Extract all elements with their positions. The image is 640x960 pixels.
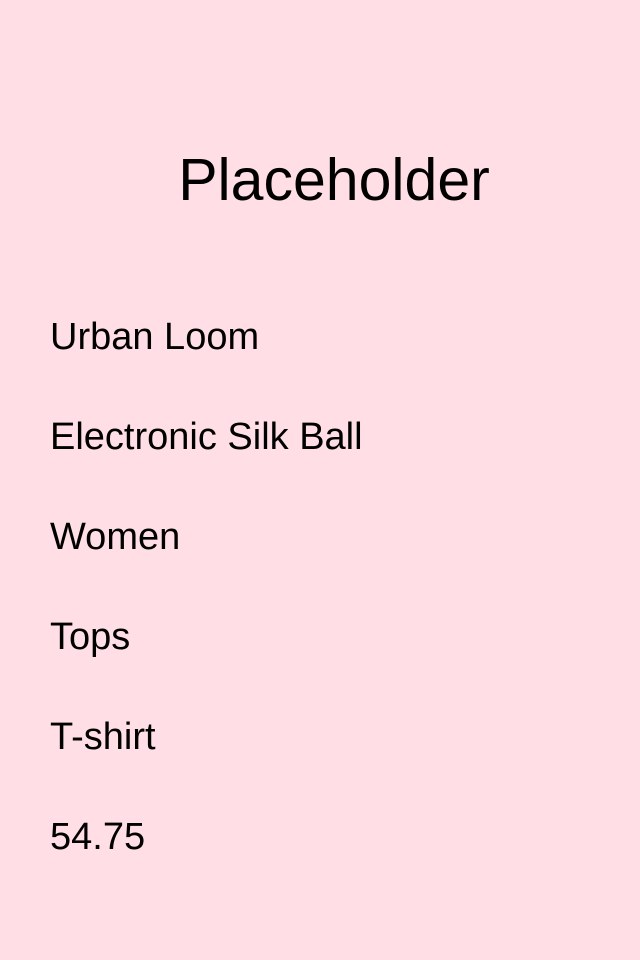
page-title: Placeholder xyxy=(178,147,490,213)
product-category: Tops xyxy=(50,616,131,658)
product-name: Electronic Silk Ball xyxy=(50,416,363,458)
product-gender: Women xyxy=(50,516,181,558)
product-price: 54.75 xyxy=(50,816,146,858)
product-detail-screen: Placeholder Urban Loom Electronic Silk B… xyxy=(0,0,640,960)
product-details: Urban Loom Electronic Silk Ball Women To… xyxy=(50,316,363,916)
product-type: T-shirt xyxy=(50,716,156,758)
product-brand: Urban Loom xyxy=(50,316,260,358)
